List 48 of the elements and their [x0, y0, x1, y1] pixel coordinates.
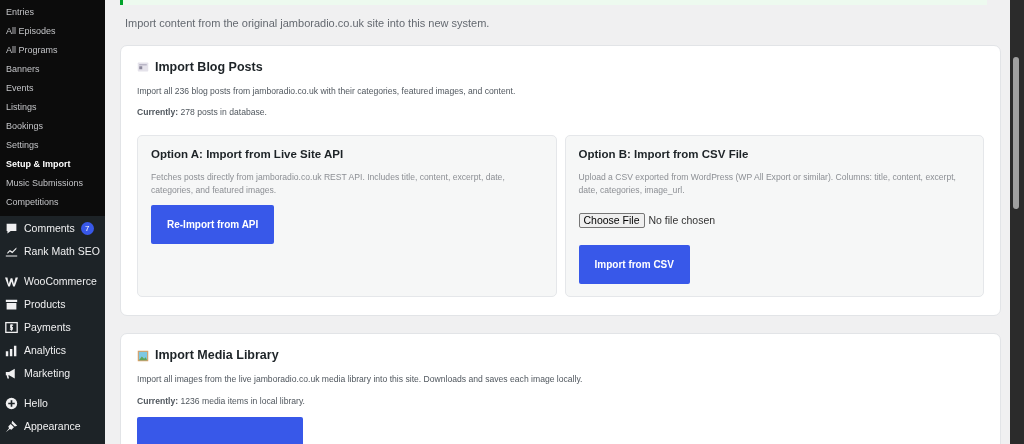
- submenu-item[interactable]: Banners: [0, 60, 105, 79]
- w-logo-icon: [5, 275, 18, 288]
- menu-item[interactable]: Payments: [0, 316, 105, 339]
- newspaper-icon: [137, 61, 149, 73]
- megaphone-icon: [5, 367, 18, 380]
- submenu-item[interactable]: Settings: [0, 136, 105, 155]
- status-text: Currently: 1236 media items in local library.: [137, 395, 306, 409]
- option-description: Fetches posts directly from jamboradio.co.uk REST API. Includes title, content, excerpt, date, categories, and featured images.: [151, 171, 506, 197]
- section-description: Import all images from the live jamboradio.co.uk media library into this site. Downloads and saves each image locally.: [137, 373, 584, 387]
- submenu-item[interactable]: Music Submissions: [0, 174, 105, 193]
- option-description: Upload a CSV exported from WordPress (WP All Export or similar). Columns: title, content, excerpt, date, categories, image_url.: [578, 171, 957, 197]
- status-text: Currently: 278 posts in database.: [137, 106, 268, 120]
- option-title: Option B: Import from CSV File: [578, 148, 750, 163]
- dollar-icon: [5, 321, 18, 334]
- submenu-item[interactable]: Entries: [0, 3, 105, 22]
- menu-item[interactable]: Products: [0, 293, 105, 316]
- scrollbar[interactable]: [1010, 0, 1024, 444]
- submenu-item[interactable]: Events: [0, 79, 105, 98]
- import-button[interactable]: Re-Import from API: [151, 204, 275, 244]
- count-badge: 7: [80, 222, 94, 235]
- comment-icon: [5, 222, 18, 235]
- import-button[interactable]: Import from CSV: [578, 244, 690, 284]
- plus-circle-icon: [5, 397, 18, 410]
- menu-item[interactable]: Comments 7: [0, 217, 105, 240]
- submenu-item[interactable]: Listings: [0, 98, 105, 117]
- submenu-item[interactable]: All Episodes: [0, 22, 105, 41]
- brush-icon: [5, 420, 18, 433]
- intro-text: Import content from the original jamboradio.co.uk site into this new system.: [125, 16, 491, 31]
- submenu-item[interactable]: All Programs: [0, 41, 105, 60]
- choose-file-button[interactable]: Choose File: [578, 213, 645, 229]
- menu-item[interactable]: WooCommerce: [0, 270, 105, 293]
- bar-chart-icon: [5, 344, 18, 357]
- section-title: Import Media Library: [155, 348, 279, 364]
- scrollbar-thumb[interactable]: [1013, 57, 1019, 209]
- picture-icon: [137, 349, 149, 362]
- menu-item[interactable]: Hello: [0, 392, 105, 415]
- menu-item[interactable]: Analytics: [0, 339, 105, 362]
- section-description: Import all 236 blog posts from jamboradio.co.uk with their categories, featured images, and content.: [137, 84, 517, 98]
- submenu-item[interactable]: Setup & Import: [0, 155, 105, 174]
- option-title: Option A: Import from Live Site API: [151, 148, 345, 163]
- archive-box-icon: [5, 298, 18, 311]
- menu-item[interactable]: Rank Math SEO: [0, 240, 105, 263]
- submenu-item[interactable]: Competitions: [0, 193, 105, 212]
- submenu-item[interactable]: Bookings: [0, 117, 105, 136]
- section-title: Import Blog Posts: [155, 59, 263, 75]
- menu-item[interactable]: Appearance: [0, 415, 105, 438]
- file-status: No file chosen: [648, 212, 716, 228]
- menu-item[interactable]: Marketing: [0, 362, 105, 385]
